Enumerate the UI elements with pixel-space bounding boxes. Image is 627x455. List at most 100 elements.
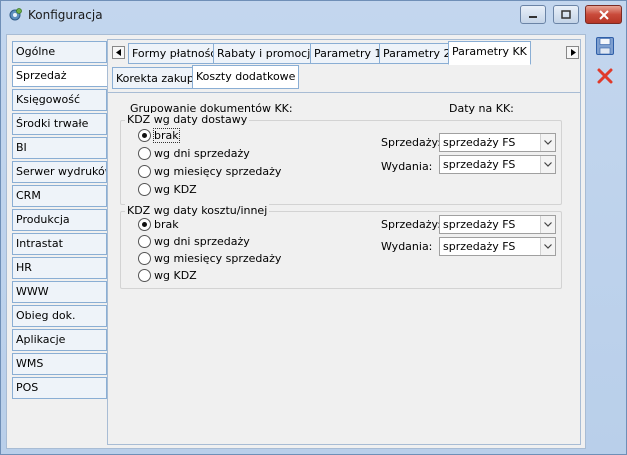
- radio-wg-kdz[interactable]: wg KDZ: [138, 183, 197, 196]
- radio-label: wg KDZ: [154, 269, 197, 282]
- sidebar-item-label: HR: [16, 261, 32, 274]
- radio-brak[interactable]: brak: [138, 128, 180, 143]
- sidebar-item-serwer-wydrukow[interactable]: Serwer wydruków: [12, 161, 107, 183]
- radio-label: wg dni sprzedaży: [154, 147, 250, 160]
- radio-button[interactable]: [138, 129, 151, 142]
- sidebar-item-hr[interactable]: HR: [12, 257, 107, 279]
- combo-dropdown-button[interactable]: [540, 216, 555, 233]
- sidebar-item-ogolne[interactable]: Ogólne: [12, 41, 107, 63]
- radio-label: wg dni sprzedaży: [154, 235, 250, 248]
- sidebar-item-label: BI: [16, 141, 27, 154]
- tab-label: Rabaty i promocje: [217, 47, 318, 60]
- window-title: Konfiguracja: [28, 8, 103, 22]
- sales-combo[interactable]: sprzedaży FS: [439, 133, 556, 152]
- maximize-button[interactable]: [553, 5, 579, 24]
- arrow-right-icon: [570, 49, 576, 56]
- issues-combo[interactable]: sprzedaży FS: [439, 237, 556, 256]
- chevron-down-icon: [544, 222, 552, 227]
- radio-label: wg miesięcy sprzedaży: [154, 165, 282, 178]
- sidebar: Ogólne Sprzedaż Księgowość Środki trwałe…: [12, 41, 107, 401]
- radio-label: brak: [154, 218, 179, 231]
- tab-label: Parametry KK: [452, 45, 527, 58]
- sidebar-item-produkcja[interactable]: Produkcja: [12, 209, 107, 231]
- sidebar-item-bi[interactable]: BI: [12, 137, 107, 159]
- radio-wg-kdz[interactable]: wg KDZ: [138, 269, 197, 282]
- radio-button[interactable]: [138, 165, 151, 178]
- save-button[interactable]: [593, 34, 616, 57]
- config-window: Konfiguracja Ogólne Sprzedaż Księgowość …: [0, 0, 627, 455]
- sidebar-item-label: Serwer wydruków: [16, 165, 107, 178]
- radio-button[interactable]: [138, 235, 151, 248]
- subtab-label: Koszty dodatkowe: [196, 70, 296, 83]
- sidebar-item-pos[interactable]: POS: [12, 377, 107, 399]
- radio-wg-dni-sprzedazy[interactable]: wg dni sprzedaży: [138, 147, 250, 160]
- tab-label: Parametry 2: [383, 47, 451, 60]
- sidebar-item-label: CRM: [16, 189, 41, 202]
- sidebar-item-label: Ogólne: [16, 45, 56, 58]
- radio-brak[interactable]: brak: [138, 218, 179, 231]
- sidebar-item-label: WMS: [16, 357, 44, 370]
- sales-label: Sprzedaży:: [381, 136, 441, 149]
- sidebar-item-label: POS: [16, 381, 39, 394]
- subtab-korekta-zakupu[interactable]: Korekta zakupu: [112, 67, 205, 89]
- radio-label: brak: [153, 128, 180, 143]
- sidebar-item-label: WWW: [16, 285, 49, 298]
- combo-value: sprzedaży FS: [443, 158, 516, 171]
- combo-value: sprzedaży FS: [443, 136, 516, 149]
- sales-label: Sprzedaży:: [381, 218, 441, 231]
- tab-scroll-right[interactable]: [566, 46, 579, 59]
- sidebar-item-www[interactable]: WWW: [12, 281, 107, 303]
- title-bar[interactable]: Konfiguracja: [1, 1, 626, 29]
- combo-value: sprzedaży FS: [443, 240, 516, 253]
- sidebar-item-crm[interactable]: CRM: [12, 185, 107, 207]
- combo-dropdown-button[interactable]: [540, 238, 555, 255]
- sidebar-item-srodki-trwale[interactable]: Środki trwałe: [12, 113, 107, 135]
- tab-strip: Formy płatności Rabaty i promocje Parame…: [108, 41, 580, 65]
- tab-formy-platnosci[interactable]: Formy płatności: [128, 43, 224, 64]
- sales-combo[interactable]: sprzedaży FS: [439, 215, 556, 234]
- sidebar-item-label: Intrastat: [16, 237, 63, 250]
- issues-combo[interactable]: sprzedaży FS: [439, 155, 556, 174]
- radio-button[interactable]: [138, 183, 151, 196]
- radio-button[interactable]: [138, 147, 151, 160]
- radio-wg-dni-sprzedazy[interactable]: wg dni sprzedaży: [138, 235, 250, 248]
- sidebar-item-sprzedaz[interactable]: Sprzedaż: [12, 65, 107, 87]
- sidebar-item-label: Środki trwałe: [16, 117, 89, 130]
- sidebar-item-wms[interactable]: WMS: [12, 353, 107, 375]
- radio-wg-miesiecy-sprzedazy[interactable]: wg miesięcy sprzedaży: [138, 252, 281, 265]
- chevron-down-icon: [544, 162, 552, 167]
- subtab-koszty-dodatkowe[interactable]: Koszty dodatkowe: [192, 65, 300, 89]
- tab-rabaty-i-promocje[interactable]: Rabaty i promocje: [213, 43, 322, 64]
- sidebar-item-intrastat[interactable]: Intrastat: [12, 233, 107, 255]
- cancel-icon: [597, 68, 612, 83]
- sidebar-item-aplikacje[interactable]: Aplikacje: [12, 329, 107, 351]
- tab-label: Parametry 1: [314, 47, 382, 60]
- tab-parametry-2[interactable]: Parametry 2: [379, 43, 455, 64]
- tab-parametry-kk[interactable]: Parametry KK: [448, 41, 531, 65]
- radio-label: wg miesięcy sprzedaży: [154, 252, 282, 265]
- arrow-left-icon: [115, 49, 121, 56]
- chevron-down-icon: [544, 140, 552, 145]
- main-area: Ogólne Sprzedaż Księgowość Środki trwałe…: [6, 34, 586, 449]
- combo-dropdown-button[interactable]: [540, 134, 555, 151]
- sidebar-item-label: Obieg dok.: [16, 309, 76, 322]
- subtab-label: Korekta zakupu: [116, 72, 201, 85]
- close-button[interactable]: [585, 5, 622, 24]
- radio-button[interactable]: [138, 269, 151, 282]
- combo-dropdown-button[interactable]: [540, 156, 555, 173]
- radio-wg-miesiecy-sprzedazy[interactable]: wg miesięcy sprzedaży: [138, 165, 281, 178]
- tab-parametry-1[interactable]: Parametry 1: [310, 43, 386, 64]
- radio-button[interactable]: [138, 252, 151, 265]
- sidebar-item-label: Sprzedaż: [16, 69, 67, 82]
- sidebar-item-ksiegowosc[interactable]: Księgowość: [12, 89, 107, 111]
- cancel-button[interactable]: [593, 64, 616, 87]
- sidebar-item-obieg-dok[interactable]: Obieg dok.: [12, 305, 107, 327]
- tab-label: Formy płatności: [132, 47, 220, 60]
- group-kdz-cost-date: KDZ wg daty kosztu/innej brak wg dni spr…: [120, 204, 562, 289]
- maximize-icon: [561, 10, 571, 19]
- minimize-button[interactable]: [520, 5, 546, 24]
- radio-button[interactable]: [138, 218, 151, 231]
- koszty-dodatkowe-panel: Grupowanie dokumentów KK: Daty na KK: KD…: [108, 92, 580, 444]
- chevron-down-icon: [544, 244, 552, 249]
- tab-scroll-left[interactable]: [112, 46, 125, 59]
